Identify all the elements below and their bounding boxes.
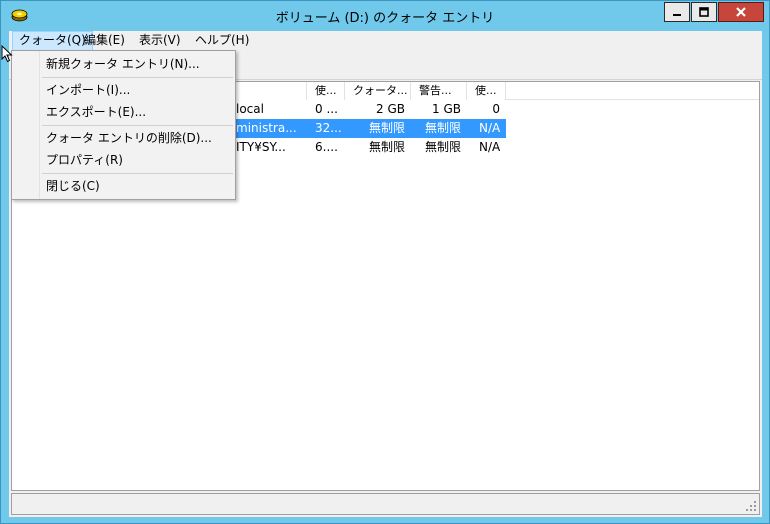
cell-warning: 無制限 xyxy=(425,140,462,154)
menu-item-export[interactable]: エクスポート(E)... xyxy=(14,101,233,123)
menu-bar: クォータ(Q) 編集(E) 表示(V) ヘルプ(H) xyxy=(9,31,762,51)
window-title: ボリューム (D:) のクォータ エントリ xyxy=(275,11,495,26)
cell-name: ITY¥SY... xyxy=(236,140,286,154)
title-bar[interactable]: ボリューム (D:) のクォータ エントリ xyxy=(1,1,769,31)
close-icon xyxy=(736,7,746,17)
menu-view[interactable]: 表示(V) xyxy=(133,31,187,51)
column-header-percent[interactable]: 使... xyxy=(467,82,506,100)
menu-item-new-quota-entry[interactable]: 新規クォータ エントリ(N)... xyxy=(14,53,233,75)
menu-separator xyxy=(42,125,233,126)
app-window: ボリューム (D:) のクォータ エントリ クォータ(Q) 編集(E) 表示(V… xyxy=(0,0,770,524)
menu-separator xyxy=(42,173,233,174)
cell-used: 0 ... xyxy=(315,102,338,116)
cell-quota: 無制限 xyxy=(345,119,411,138)
maximize-icon xyxy=(699,7,709,17)
minimize-button[interactable] xyxy=(664,2,690,22)
mouse-cursor-icon xyxy=(1,45,13,63)
column-header-quota[interactable]: クォータ... xyxy=(345,82,411,100)
menu-edit[interactable]: 編集(E) xyxy=(78,31,131,51)
resize-grip-icon[interactable] xyxy=(745,500,757,512)
quota-menu-dropdown: 新規クォータ エントリ(N)... インポート(I)... エクスポート(E).… xyxy=(11,50,236,200)
menu-item-import[interactable]: インポート(I)... xyxy=(14,79,233,101)
cell-warning: 1 GB xyxy=(432,102,461,116)
menu-item-delete-quota-entry[interactable]: クォータ エントリの削除(D)... xyxy=(14,127,233,149)
menu-separator xyxy=(42,77,233,78)
status-bar xyxy=(11,493,760,515)
cell-used: 32... xyxy=(315,119,345,138)
column-header-warning[interactable]: 警告... xyxy=(411,82,467,100)
cell-percent: N/A xyxy=(479,140,501,154)
cell-quota: 無制限 xyxy=(369,140,406,154)
cell-used: 6.... xyxy=(315,140,338,154)
cell-percent: 0 xyxy=(492,102,500,116)
column-header-used[interactable]: 使... xyxy=(307,82,345,100)
cell-name: local xyxy=(236,102,264,116)
cell-percent: N/A xyxy=(467,119,506,138)
cell-quota: 2 GB xyxy=(376,102,405,116)
menu-item-properties[interactable]: プロパティ(R) xyxy=(14,149,233,171)
menu-help[interactable]: ヘルプ(H) xyxy=(189,31,255,51)
menu-item-close[interactable]: 閉じる(C) xyxy=(14,175,233,197)
cell-warning: 無制限 xyxy=(411,119,467,138)
maximize-button[interactable] xyxy=(691,2,717,22)
minimize-icon xyxy=(673,14,681,16)
close-button[interactable] xyxy=(718,2,764,22)
cell-name: ministra... xyxy=(236,119,315,138)
